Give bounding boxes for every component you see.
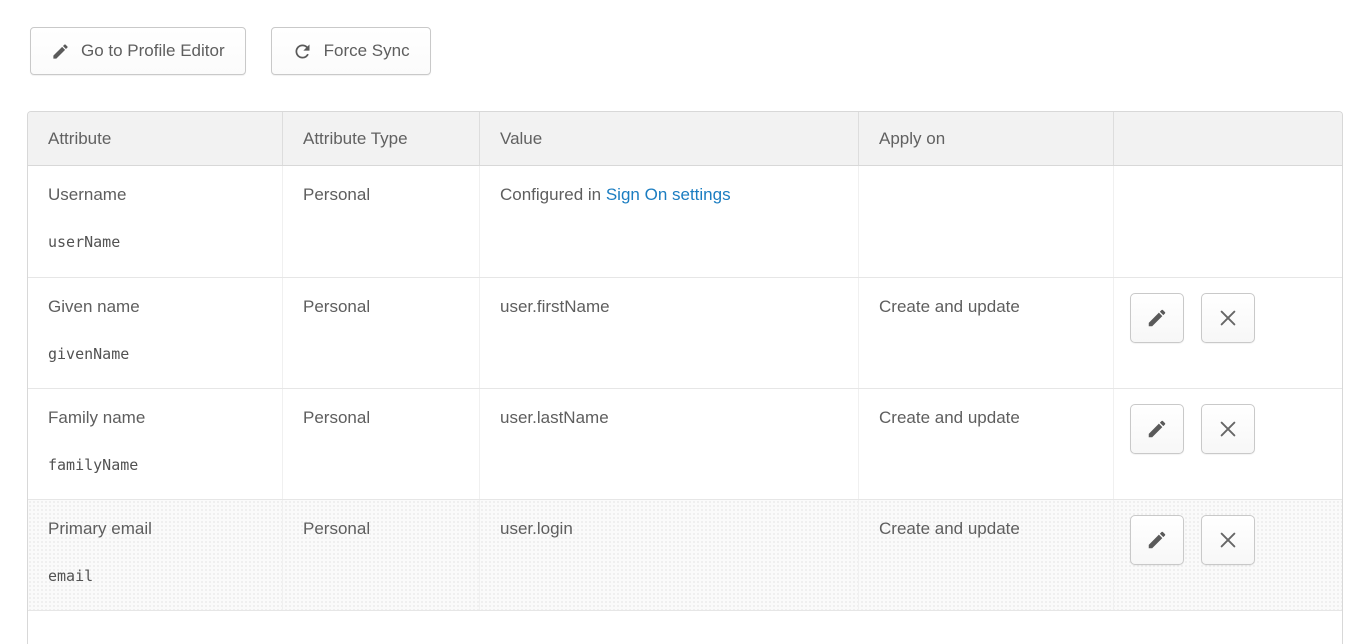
go-to-profile-editor-button[interactable]: Go to Profile Editor: [30, 27, 246, 75]
actions-cell: [1113, 166, 1342, 277]
actions-cell: [1113, 500, 1342, 610]
attribute-type-cell: Personal: [282, 166, 479, 277]
edit-attribute-button[interactable]: [1130, 293, 1184, 343]
attribute-variable-name: userName: [48, 231, 266, 253]
attribute-type-cell: Personal: [282, 500, 479, 610]
sign-on-settings-link[interactable]: Sign On settings: [606, 185, 731, 204]
attribute-cell: Primary email email: [28, 500, 282, 610]
table-row-partial: [28, 610, 1342, 644]
value-cell: Configured in Sign On settings: [479, 166, 858, 277]
go-to-profile-editor-label: Go to Profile Editor: [81, 41, 225, 61]
close-icon: [1217, 307, 1239, 329]
pencil-icon: [1146, 529, 1168, 551]
force-sync-button[interactable]: Force Sync: [271, 27, 431, 75]
edit-attribute-button[interactable]: [1130, 404, 1184, 454]
header-value: Value: [479, 112, 858, 165]
attribute-label: Given name: [48, 296, 266, 318]
delete-attribute-button[interactable]: [1201, 404, 1255, 454]
attribute-mappings-table: Attribute Attribute Type Value Apply on …: [27, 111, 1343, 644]
table-row-family-name: Family name familyName Personal user.las…: [28, 388, 1342, 499]
attribute-type-cell: Personal: [282, 389, 479, 499]
actions-cell: [1113, 389, 1342, 499]
close-icon: [1217, 529, 1239, 551]
attribute-type-cell: Personal: [282, 278, 479, 388]
attribute-variable-name: familyName: [48, 454, 266, 476]
table-row-primary-email: Primary email email Personal user.login …: [28, 499, 1342, 610]
header-attribute-type: Attribute Type: [282, 112, 479, 165]
apply-on-cell: [858, 166, 1113, 277]
value-text: Configured in: [500, 185, 606, 204]
value-cell: user.login: [479, 500, 858, 610]
pencil-icon: [1146, 307, 1168, 329]
header-attribute: Attribute: [28, 112, 282, 165]
apply-on-cell: Create and update: [858, 389, 1113, 499]
table-row-username: Username userName Personal Configured in…: [28, 166, 1342, 277]
apply-on-cell: Create and update: [858, 278, 1113, 388]
pencil-icon: [1146, 418, 1168, 440]
force-sync-label: Force Sync: [324, 41, 410, 61]
delete-attribute-button[interactable]: [1201, 515, 1255, 565]
actions-cell: [1113, 278, 1342, 388]
edit-attribute-button[interactable]: [1130, 515, 1184, 565]
header-apply-on: Apply on: [858, 112, 1113, 165]
header-actions: [1113, 112, 1342, 165]
attribute-variable-name: givenName: [48, 343, 266, 365]
attribute-variable-name: email: [48, 565, 266, 587]
refresh-icon: [292, 41, 313, 62]
attribute-cell: Family name familyName: [28, 389, 282, 499]
close-icon: [1217, 418, 1239, 440]
attribute-cell: Username userName: [28, 166, 282, 277]
attribute-cell: Given name givenName: [28, 278, 282, 388]
delete-attribute-button[interactable]: [1201, 293, 1255, 343]
attribute-label: Username: [48, 184, 266, 206]
attribute-label: Family name: [48, 407, 266, 429]
value-cell: user.firstName: [479, 278, 858, 388]
table-row-given-name: Given name givenName Personal user.first…: [28, 277, 1342, 388]
attribute-label: Primary email: [48, 518, 266, 540]
table-header-row: Attribute Attribute Type Value Apply on: [28, 112, 1342, 166]
toolbar: Go to Profile Editor Force Sync: [0, 0, 1370, 75]
apply-on-cell: Create and update: [858, 500, 1113, 610]
pencil-icon: [51, 42, 70, 61]
value-cell: user.lastName: [479, 389, 858, 499]
